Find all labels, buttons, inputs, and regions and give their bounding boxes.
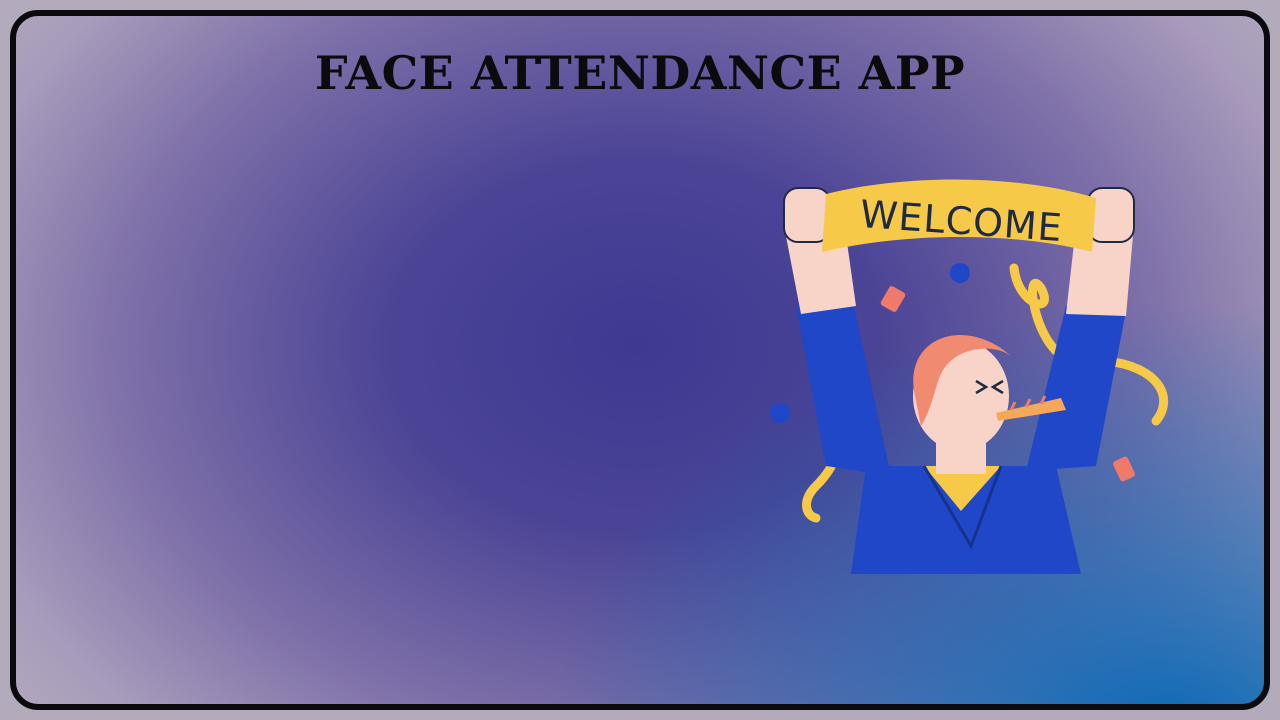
confetti-piece [1113, 456, 1135, 482]
app-window: FACE ATTENDANCE APP WELCOME [10, 10, 1270, 710]
right-hand [1087, 187, 1135, 243]
confetti-piece [880, 286, 906, 312]
ribbon [1101, 356, 1169, 426]
ribbon [1009, 263, 1061, 356]
confetti-dot [950, 263, 970, 283]
left-hand [783, 187, 831, 243]
page-title: FACE ATTENDANCE APP [314, 46, 966, 100]
welcome-illustration: WELCOME [770, 179, 1169, 574]
confetti-dot [770, 403, 790, 423]
left-arm [796, 306, 891, 476]
